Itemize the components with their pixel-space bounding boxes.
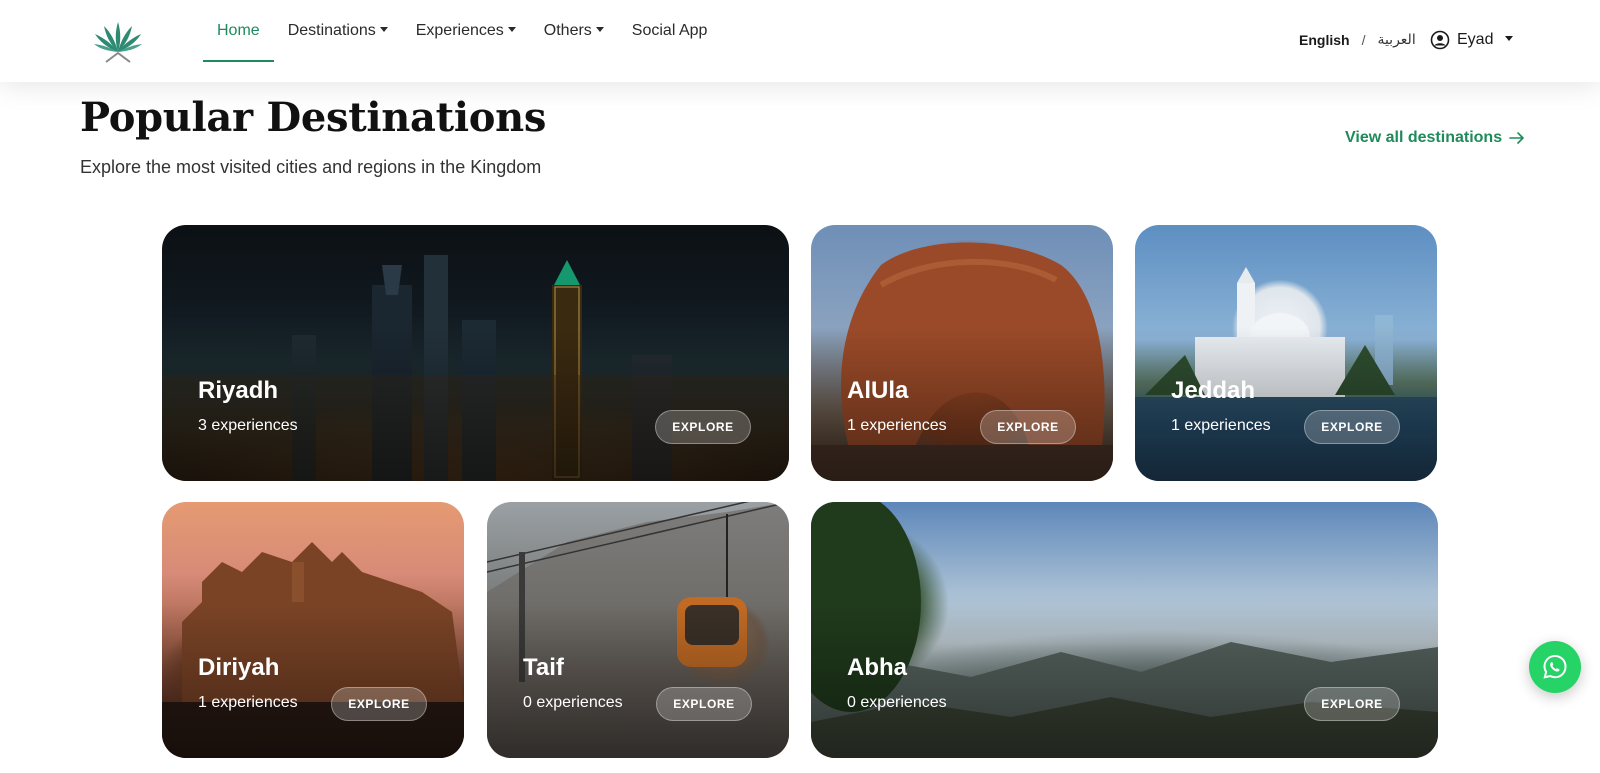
- explore-button[interactable]: EXPLORE: [1304, 410, 1400, 444]
- card-overlay: [162, 502, 464, 758]
- whatsapp-chat-button[interactable]: [1529, 641, 1581, 693]
- destination-card-alula[interactable]: AlUla 1 experiences EXPLORE: [811, 225, 1113, 481]
- card-overlay: [1135, 225, 1437, 481]
- nav-destinations-label: Destinations: [287, 22, 376, 39]
- navbar: Home Destinations Experiences Others Soc…: [0, 0, 1600, 82]
- card-overlay: [487, 502, 789, 758]
- destination-name: Jeddah: [1171, 377, 1256, 404]
- caret-down-icon: [595, 26, 604, 32]
- destination-experience-count: 1 experiences: [1171, 417, 1271, 434]
- card-overlay: [811, 225, 1113, 481]
- destination-card-taif[interactable]: Taif 0 experiences EXPLORE: [487, 502, 789, 758]
- destination-name: Riyadh: [198, 377, 279, 404]
- explore-button[interactable]: EXPLORE: [331, 687, 427, 721]
- explore-button[interactable]: EXPLORE: [655, 410, 751, 444]
- nav-home[interactable]: Home: [203, 0, 274, 62]
- nav-others-label: Others: [543, 22, 592, 39]
- destination-name: AlUla: [847, 377, 909, 404]
- destination-experience-count: 1 experiences: [198, 694, 298, 711]
- nav-others[interactable]: Others: [530, 0, 618, 62]
- whatsapp-icon: [1543, 654, 1567, 679]
- destination-name: Taif: [523, 654, 564, 681]
- destination-experience-count: 1 experiences: [847, 417, 947, 434]
- site-logo[interactable]: [92, 18, 144, 64]
- language-switcher: English / العربية: [1299, 31, 1416, 48]
- nav-experiences-label: Experiences: [415, 22, 504, 39]
- user-name: Eyad: [1457, 31, 1494, 48]
- destination-experience-count: 0 experiences: [523, 694, 623, 711]
- nav-destinations[interactable]: Destinations: [274, 0, 402, 62]
- nav-home-label: Home: [217, 22, 260, 39]
- destination-name: Diriyah: [198, 654, 280, 681]
- main-nav: Home Destinations Experiences Others Soc…: [203, 0, 721, 62]
- lang-english[interactable]: English: [1299, 32, 1350, 48]
- nav-social-app[interactable]: Social App: [618, 0, 722, 62]
- page-title: Popular Destinations: [80, 94, 547, 141]
- lang-separator: /: [1361, 31, 1366, 48]
- nav-experiences[interactable]: Experiences: [402, 0, 530, 62]
- destination-card-abha[interactable]: Abha 0 experiences EXPLORE: [811, 502, 1438, 758]
- destination-card-diriyah[interactable]: Diriyah 1 experiences EXPLORE: [162, 502, 464, 758]
- destination-name: Abha: [847, 654, 907, 681]
- caret-down-icon: [379, 26, 388, 32]
- caret-down-icon: [1505, 35, 1514, 41]
- agave-logo-icon: [94, 22, 142, 63]
- destination-experience-count: 3 experiences: [198, 417, 298, 434]
- user-circle-icon: [1430, 30, 1450, 50]
- explore-button[interactable]: EXPLORE: [656, 687, 752, 721]
- explore-button[interactable]: EXPLORE: [1304, 687, 1400, 721]
- page-subtitle: Explore the most visited cities and regi…: [80, 157, 542, 177]
- destination-experience-count: 0 experiences: [847, 694, 947, 711]
- nav-social-app-label: Social App: [631, 22, 708, 39]
- lang-arabic[interactable]: العربية: [1377, 31, 1415, 48]
- arrow-right-icon: [1509, 132, 1524, 144]
- destination-card-jeddah[interactable]: Jeddah 1 experiences EXPLORE: [1135, 225, 1437, 481]
- destination-card-riyadh[interactable]: Riyadh 3 experiences EXPLORE: [162, 225, 789, 481]
- view-all-label: View all destinations: [1345, 129, 1503, 146]
- explore-button[interactable]: EXPLORE: [980, 410, 1076, 444]
- user-menu[interactable]: Eyad: [1430, 30, 1514, 50]
- caret-down-icon: [507, 26, 516, 32]
- view-all-destinations-link[interactable]: View all destinations: [1345, 129, 1525, 147]
